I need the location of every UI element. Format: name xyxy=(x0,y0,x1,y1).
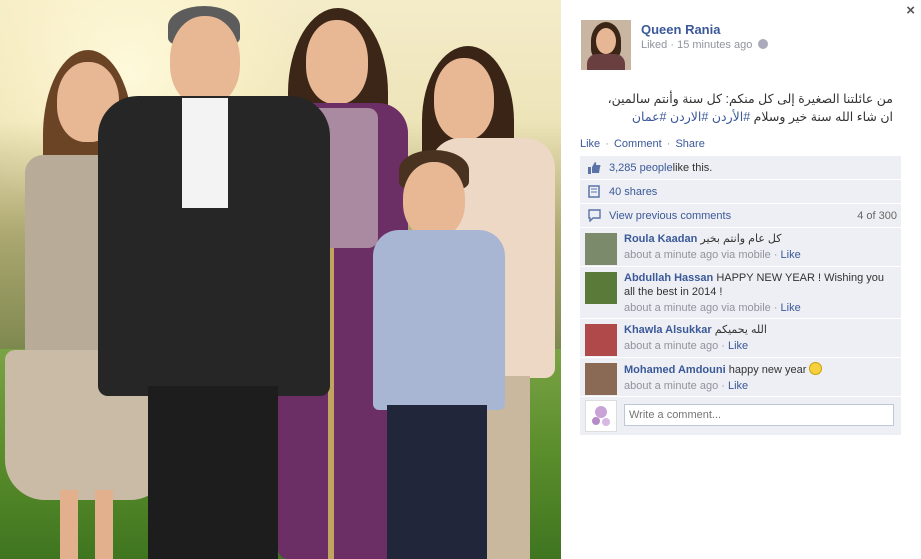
post-timestamp[interactable]: 15 minutes ago xyxy=(677,39,752,51)
globe-icon xyxy=(758,39,769,49)
post-message-line1: من عائلتنا الصغيرة إلى كل منكم: كل سنة و… xyxy=(607,92,893,106)
hashtag-link[interactable]: #الاردن xyxy=(670,110,708,124)
comment-time[interactable]: about a minute ago via mobile xyxy=(624,302,771,314)
commenter-name[interactable]: Khawla Alsukkar xyxy=(624,324,712,336)
hashtag-link[interactable]: #عمان xyxy=(632,110,667,124)
commenter-name[interactable]: Abdullah Hassan xyxy=(624,272,713,284)
like-link[interactable]: Like xyxy=(580,138,600,150)
post-meta: Liked · 15 minutes ago xyxy=(641,39,769,51)
comment-text: كل عام وانتم بخير xyxy=(700,233,782,245)
share-icon xyxy=(588,185,601,198)
comment-composer xyxy=(580,397,901,435)
current-user-avatar xyxy=(585,400,617,432)
commenter-avatar[interactable] xyxy=(585,233,617,265)
comment-link[interactable]: Comment xyxy=(614,138,662,150)
page-avatar[interactable] xyxy=(581,20,631,70)
shares-link[interactable]: 40 shares xyxy=(609,186,657,198)
comment-count: 4 of 300 xyxy=(857,209,897,222)
comment-text: الله يحميكم xyxy=(714,324,767,336)
comment-item: Mohamed Amdouni happy new year about a m… xyxy=(580,358,901,397)
commenter-avatar[interactable] xyxy=(585,272,617,304)
post-sidebar: × Queen Rania Liked · 15 minutes ago من … xyxy=(561,0,921,559)
liked-status: Liked xyxy=(641,39,668,51)
comment-item: Khawla Alsukkar الله يحميكم about a minu… xyxy=(580,319,901,358)
person-boy xyxy=(373,150,505,559)
post-actions: Like · Comment · Share xyxy=(580,138,705,150)
share-link[interactable]: Share xyxy=(675,138,704,150)
comment-text: happy new year xyxy=(728,364,807,376)
feedback-panel: 3,285 people like this. 40 shares View p… xyxy=(580,156,901,435)
close-icon[interactable]: × xyxy=(906,2,915,19)
post-message: من عائلتنا الصغيرة إلى كل منكم: كل سنة و… xyxy=(581,90,893,126)
person-man-suit xyxy=(98,6,330,559)
comment-time[interactable]: about a minute ago via mobile xyxy=(624,249,771,261)
comment-like-link[interactable]: Like xyxy=(728,380,748,392)
hashtag-link[interactable]: #الأردن xyxy=(712,110,750,124)
comment-time[interactable]: about a minute ago xyxy=(624,380,718,392)
smiley-icon xyxy=(809,362,823,375)
comment-item: Roula Kaadan كل عام وانتم بخير about a m… xyxy=(580,228,901,267)
thumbs-up-icon xyxy=(588,161,601,174)
commenter-avatar[interactable] xyxy=(585,363,617,395)
commenter-name[interactable]: Mohamed Amdouni xyxy=(624,364,726,376)
shares-row: 40 shares xyxy=(580,180,901,204)
comment-time[interactable]: about a minute ago xyxy=(624,340,718,352)
likes-row: 3,285 people like this. xyxy=(580,156,901,180)
comment-like-link[interactable]: Like xyxy=(781,249,801,261)
comment-like-link[interactable]: Like xyxy=(781,302,801,314)
comment-item: Abdullah Hassan HAPPY NEW YEAR ! Wishing… xyxy=(580,267,901,319)
page-name-link[interactable]: Queen Rania xyxy=(641,22,720,37)
view-previous-comments-link[interactable]: View previous comments xyxy=(609,210,731,222)
likes-count-link[interactable]: 3,285 people xyxy=(609,162,673,174)
comment-bubble-icon xyxy=(588,209,601,223)
post-photo[interactable] xyxy=(0,0,561,559)
write-comment-input[interactable] xyxy=(624,404,894,426)
commenter-name[interactable]: Roula Kaadan xyxy=(624,233,697,245)
view-previous-row: View previous comments 4 of 300 xyxy=(580,204,901,228)
post-message-line2: ان شاء الله سنة خير وسلام #الأردن #الارد… xyxy=(631,110,893,124)
comment-like-link[interactable]: Like xyxy=(728,340,748,352)
commenter-avatar[interactable] xyxy=(585,324,617,356)
